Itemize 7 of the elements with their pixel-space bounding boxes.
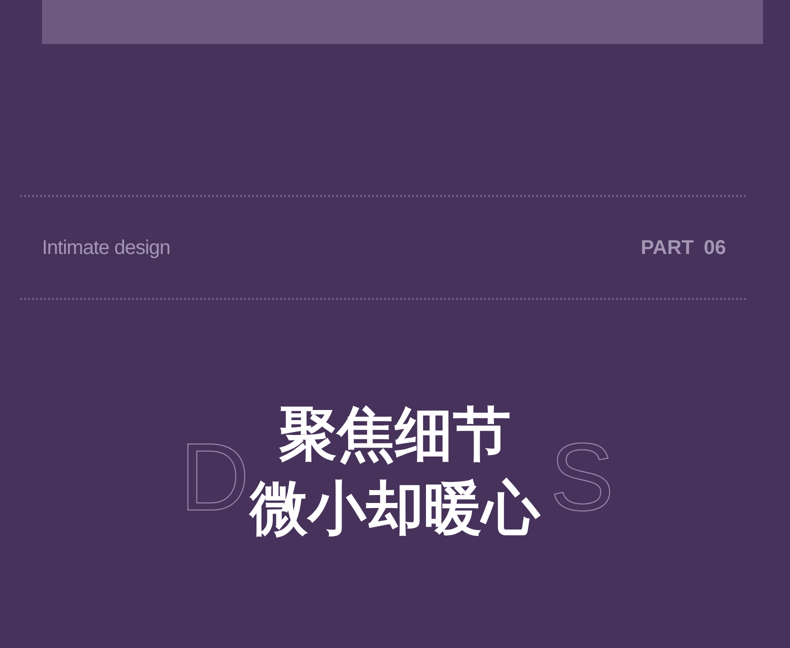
outline-letter: D	[180, 430, 250, 526]
part-label: PART	[640, 236, 694, 260]
headline: 微小却暖心	[250, 475, 540, 543]
part-number: 06	[704, 236, 726, 260]
section-subtitle: Intimate design	[42, 236, 170, 260]
outline-letter: S	[550, 430, 614, 526]
headline: 聚焦细节	[279, 401, 511, 469]
